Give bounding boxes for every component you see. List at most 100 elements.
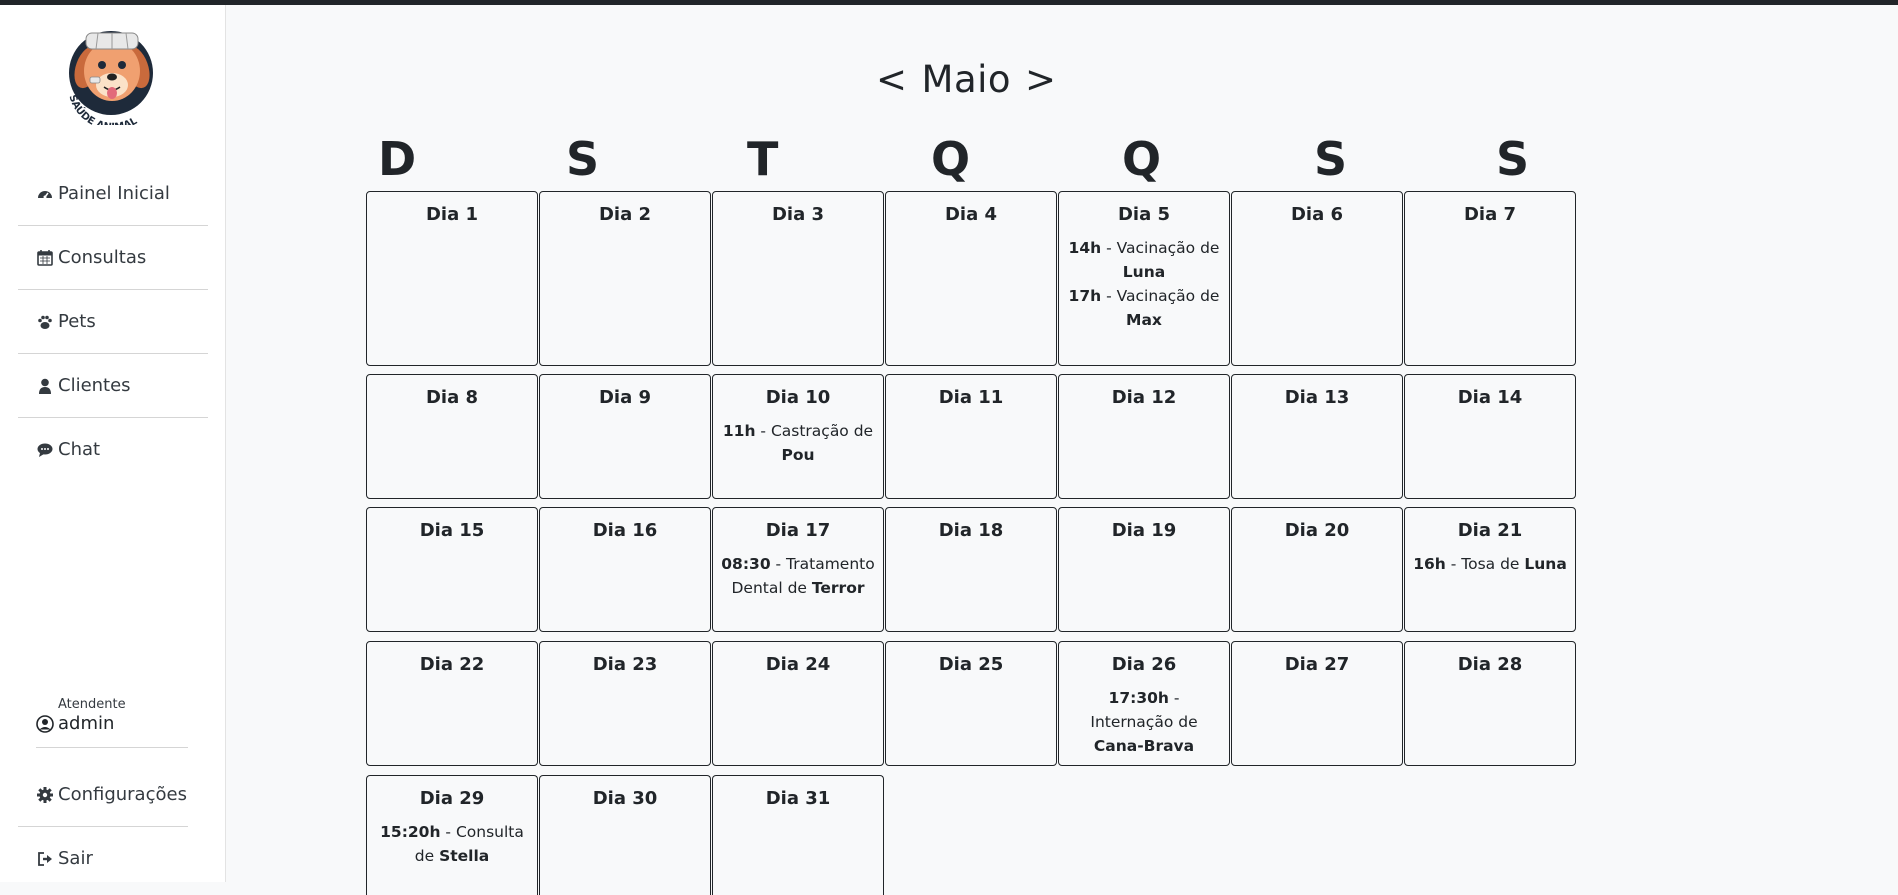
sidebar-item-chat[interactable]: Chat [18, 418, 208, 481]
appointment-pet-name: Max [1126, 311, 1162, 329]
calendar-day-cell[interactable]: Dia 5 14h - Vacinação de Luna 17h - Vacina… [1058, 191, 1230, 366]
day-label: Dia 14 [1457, 387, 1523, 408]
calendar-day-cell[interactable]: Dia 27 [1231, 641, 1403, 766]
calendar-day-cell[interactable]: Dia 3 [712, 191, 884, 366]
sidebar-item-label: Sair [58, 848, 93, 869]
weekday-label: Q [1122, 132, 1162, 186]
calendar-day-cell[interactable]: Dia 24 [712, 641, 884, 766]
appointment-description: - Castração de [755, 422, 879, 440]
calendar-day-cell[interactable]: Dia 26 17:30h - Internação de Cana-Brava [1058, 641, 1230, 766]
weekday-header: D S T Q Q S S [366, 130, 1580, 188]
calendar-icon [36, 249, 54, 267]
day-label: Dia 24 [765, 654, 831, 675]
calendar-day-cell[interactable]: Dia 1 [366, 191, 538, 366]
weekday-label: S [1314, 132, 1348, 186]
sidebar-item-label: Chat [58, 439, 101, 460]
appointment-entry[interactable]: 08:30 - Tratamento Dental de Terror [713, 552, 883, 600]
calendar-day-cell[interactable]: Dia 22 [366, 641, 538, 766]
calendar-day-cell[interactable]: Dia 13 [1231, 374, 1403, 499]
day-label: Dia 10 [765, 387, 831, 408]
user-info: Atendente admin [18, 697, 188, 748]
day-label: Dia 6 [1290, 204, 1344, 225]
calendar-day-cell[interactable]: Dia 16 [539, 507, 711, 632]
appointment-entry[interactable]: 11h - Castração de Pou [713, 419, 883, 467]
appointment-pet-name: Pou [781, 446, 815, 464]
sidebar-item-label: Painel Inicial [58, 183, 170, 204]
calendar-day-cell[interactable]: Dia 25 [885, 641, 1057, 766]
appointment-entry[interactable]: 14h - Vacinação de Luna [1059, 236, 1229, 284]
sidebar-item-configuracoes[interactable]: Configurações [18, 763, 188, 827]
calendar-day-cell[interactable]: Dia 11 [885, 374, 1057, 499]
sidebar-item-sair[interactable]: Sair [18, 827, 188, 890]
appointment-pet-name: Luna [1524, 555, 1567, 573]
logo[interactable]: SAÚDE ANIMAL [58, 15, 168, 133]
sidebar-bottom-nav: Configurações Sair [18, 763, 188, 890]
calendar-day-cell[interactable]: Dia 6 [1231, 191, 1403, 366]
day-label: Dia 1 [425, 204, 479, 225]
calendar-day-cell[interactable]: Dia 18 [885, 507, 1057, 632]
gear-icon [36, 786, 54, 804]
sidebar-item-consultas[interactable]: Consultas [18, 226, 208, 290]
calendar-day-cell[interactable]: Dia 23 [539, 641, 711, 766]
appointment-description: - Tosa de [1445, 555, 1525, 573]
calendar-day-cell[interactable]: Dia 31 [712, 775, 884, 895]
day-label: Dia 29 [419, 788, 485, 809]
day-label: Dia 7 [1463, 204, 1517, 225]
day-label: Dia 12 [1111, 387, 1177, 408]
calendar-day-cell[interactable]: Dia 8 [366, 374, 538, 499]
calendar-day-cell[interactable]: Dia 21 16h - Tosa de Luna [1404, 507, 1576, 632]
user-name[interactable]: admin [36, 713, 188, 748]
calendar-day-cell[interactable]: Dia 2 [539, 191, 711, 366]
calendar-day-cell[interactable]: Dia 30 [539, 775, 711, 895]
appointment-pet-name: Cana-Brava [1093, 737, 1195, 755]
day-label: Dia 2 [598, 204, 652, 225]
appointment-pet-name: Terror [811, 579, 865, 597]
user-role: Atendente [58, 697, 126, 712]
sidebar-item-painel-inicial[interactable]: Painel Inicial [18, 162, 208, 226]
day-label: Dia 22 [419, 654, 485, 675]
appointment-entry[interactable]: 17h - Vacinação de Max [1059, 284, 1229, 332]
sidebar-item-pets[interactable]: Pets [18, 290, 208, 354]
weekday-label: S [566, 132, 600, 186]
user-icon [36, 377, 54, 395]
day-label: Dia 30 [592, 788, 658, 809]
user-name-label: admin [58, 713, 115, 734]
weekday-label: T [747, 132, 779, 186]
calendar-day-cell[interactable]: Dia 17 08:30 - Tratamento Dental de Terro… [712, 507, 884, 632]
appointment-entry[interactable]: 16h - Tosa de Luna [1405, 552, 1575, 576]
user-circle-icon [36, 714, 54, 733]
sidebar: SAÚDE ANIMAL Painel Inicial Consultas Pe… [0, 5, 226, 882]
calendar-day-cell[interactable]: Dia 12 [1058, 374, 1230, 499]
day-label: Dia 16 [592, 520, 658, 541]
paw-icon [36, 313, 54, 331]
day-label: Dia 13 [1284, 387, 1350, 408]
appointment-entry[interactable]: 15:20h - Consulta de Stella [367, 820, 537, 868]
appointment-time: 17:30h [1108, 689, 1169, 707]
calendar-day-cell[interactable]: Dia 19 [1058, 507, 1230, 632]
calendar-day-cell[interactable]: Dia 14 [1404, 374, 1576, 499]
appointment-time: 11h [722, 422, 756, 440]
day-label: Dia 15 [419, 520, 485, 541]
day-label: Dia 3 [771, 204, 825, 225]
calendar-day-cell[interactable]: Dia 15 [366, 507, 538, 632]
calendar-day-cell[interactable]: Dia 10 11h - Castração de Pou [712, 374, 884, 499]
calendar-day-cell[interactable]: Dia 9 [539, 374, 711, 499]
sidebar-item-label: Configurações [58, 784, 187, 805]
day-label: Dia 20 [1284, 520, 1350, 541]
calendar-day-cell[interactable]: Dia 28 [1404, 641, 1576, 766]
appointment-pet-name: Luna [1122, 263, 1166, 281]
calendar-day-cell[interactable]: Dia 20 [1231, 507, 1403, 632]
day-label: Dia 17 [765, 520, 831, 541]
sidebar-item-clientes[interactable]: Clientes [18, 354, 208, 418]
appointment-entry[interactable]: 17:30h - Internação de Cana-Brava [1059, 686, 1229, 758]
calendar-day-cell[interactable]: Dia 7 [1404, 191, 1576, 366]
weekday-label: D [378, 132, 417, 186]
prev-month-button[interactable]: < [876, 58, 908, 101]
next-month-button[interactable]: > [1025, 58, 1057, 101]
day-label: Dia 19 [1111, 520, 1177, 541]
top-bar [0, 0, 1898, 5]
calendar-day-cell[interactable]: Dia 29 15:20h - Consulta de Stella [366, 775, 538, 895]
sidebar-item-label: Clientes [58, 375, 131, 396]
calendar-day-cell[interactable]: Dia 4 [885, 191, 1057, 366]
day-label: Dia 4 [944, 204, 998, 225]
